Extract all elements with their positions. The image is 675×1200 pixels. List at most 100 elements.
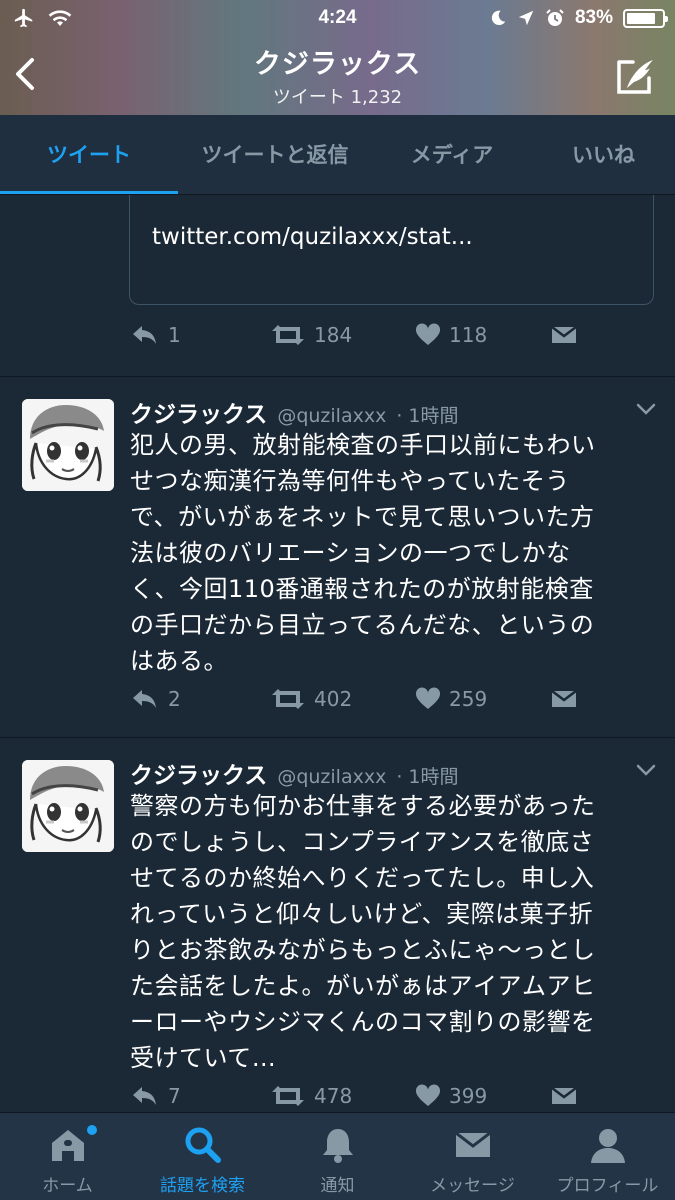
reply-icon	[133, 690, 156, 708]
avatar-illustration	[22, 399, 114, 491]
reply-button[interactable]: 7	[130, 1084, 181, 1108]
tweet-text-line: のでしょうし、コンプライアンスを徹底さ	[130, 828, 595, 856]
alarm-icon	[546, 9, 564, 26]
chevron-down-icon[interactable]	[635, 401, 657, 417]
avatar[interactable]	[22, 399, 114, 491]
reply-icon	[133, 326, 156, 344]
battery-icon	[623, 8, 668, 28]
heart-icon	[415, 687, 441, 709]
direct-message-button[interactable]	[550, 1084, 578, 1108]
tweet-actions: 7 478 399	[130, 1084, 590, 1112]
avatar-illustration	[22, 760, 114, 852]
direct-message-button[interactable]	[550, 687, 578, 711]
profile-tabs: ツイート ツイートと返信 メディア いいね	[0, 115, 675, 195]
nav-messages[interactable]: メッセージ	[405, 1113, 540, 1200]
active-tab-indicator	[0, 191, 178, 194]
retweet-button[interactable]: 402	[270, 687, 352, 711]
quoted-tweet-card[interactable]: twitter.com/quzilaxxx/stat...	[129, 195, 654, 305]
like-count: 399	[449, 1084, 488, 1108]
tweet-text: 犯人の男、放射能検査の手口以前にもわい せつな痴漢行為等何件もやっていたそう で…	[130, 427, 650, 679]
tweet-text-line: ーローやウシジマくんのコマ割りの影響を	[130, 1008, 596, 1036]
tweet-text-line: りとお茶飲みながらもっとふにゃ～っとし	[130, 936, 596, 964]
avatar[interactable]	[22, 760, 114, 852]
tweet[interactable]: クジラックス @quzilaxxx · 1時間 犯人の男、放射能検査の手口以前に…	[0, 377, 675, 737]
envelope-icon	[454, 1131, 491, 1157]
tweet-text-line: れっていうと仰々しいけど、実際は菓子折	[130, 900, 594, 928]
nav-label: 通知	[320, 1176, 355, 1196]
tab-likes[interactable]: いいね	[532, 115, 675, 193]
tweet-text: 警察の方も何かお仕事をする必要があった のでしょうし、コンプライアンスを徹底さ …	[130, 788, 650, 1076]
tweet-text-line: く、今回110番通報されたのが放射能検査	[130, 575, 594, 603]
nav-label: 話題を検索	[160, 1176, 245, 1196]
retweet-button[interactable]: 184	[270, 323, 352, 347]
retweet-count: 184	[314, 323, 353, 347]
author-name[interactable]: クジラックス	[130, 395, 267, 429]
author-name[interactable]: クジラックス	[130, 756, 267, 790]
reply-button[interactable]: 2	[130, 687, 181, 711]
tab-tweets-and-replies[interactable]: ツイートと返信	[178, 115, 372, 193]
tweet-text-line: はある。	[130, 647, 228, 675]
author-handle[interactable]: @quzilaxxx	[277, 766, 386, 788]
nav-label: メッセージ	[430, 1176, 515, 1196]
tweet-actions: 2 402 259	[130, 687, 590, 727]
heart-icon	[415, 1084, 441, 1106]
retweet-icon	[272, 1086, 304, 1106]
chevron-down-icon[interactable]	[635, 762, 657, 778]
tweet-text-line: せつな痴漢行為等何件もやっていたそう	[130, 467, 570, 495]
envelope-icon	[551, 1087, 577, 1104]
tweet-time: · 1時間	[396, 405, 459, 427]
tweet-count: ツイート 1,232	[272, 87, 403, 108]
retweet-icon	[272, 325, 304, 345]
like-count: 118	[449, 323, 488, 347]
battery-percent: 83%	[574, 7, 613, 28]
nav-profile[interactable]: プロフィール	[540, 1113, 675, 1200]
nav-search[interactable]: 話題を検索	[135, 1113, 270, 1200]
tweet-header: クジラックス @quzilaxxx · 1時間	[130, 395, 459, 428]
reply-count: 7	[168, 1084, 181, 1108]
retweet-icon	[272, 689, 304, 709]
tweet-actions: 1 184 118	[130, 323, 590, 363]
author-handle[interactable]: @quzilaxxx	[277, 405, 386, 427]
tweet[interactable]: クジラックス @quzilaxxx · 1時間 警察の方も何かお仕事をする必要が…	[0, 738, 675, 1112]
nav-notifications[interactable]: 通知	[270, 1113, 405, 1200]
envelope-icon	[551, 690, 577, 707]
retweet-button[interactable]: 478	[270, 1084, 352, 1108]
direct-message-button[interactable]	[550, 323, 578, 347]
retweet-count: 478	[314, 1084, 353, 1108]
quoted-tweet-link[interactable]: twitter.com/quzilaxxx/stat...	[152, 224, 473, 250]
tweet-text-line: 犯人の男、放射能検査の手口以前にもわい	[130, 431, 596, 459]
tab-tweets[interactable]: ツイート	[0, 115, 178, 193]
retweet-count: 402	[314, 687, 353, 711]
moon-icon	[491, 10, 506, 26]
like-button[interactable]: 399	[415, 1084, 487, 1108]
tweet-text-line: の手口だから目立ってるんだな、というの	[130, 611, 595, 639]
like-button[interactable]: 118	[415, 323, 487, 347]
notification-dot	[87, 1125, 97, 1135]
tweet-text-line: 警察の方も何かお仕事をする必要があった	[130, 792, 596, 820]
tab-media[interactable]: メディア	[372, 115, 532, 193]
profile-name: クジラックス	[253, 49, 422, 80]
location-arrow-icon	[518, 10, 534, 26]
profile-header: 4:24 83% クジラックス ツイート 1,232	[0, 0, 675, 115]
nav-label: ホーム	[42, 1176, 93, 1196]
tweet-text-line: せてるのか終始へりくだってたし。申し入	[130, 864, 595, 892]
like-button[interactable]: 259	[415, 687, 487, 711]
nav-home[interactable]: ホーム	[0, 1113, 135, 1200]
tweet-text-line: た会話をしたよ。がいがぁはアイアムアヒ	[130, 972, 596, 1000]
reply-icon	[133, 1087, 156, 1105]
tweet-text-line: 受けていて…	[130, 1044, 277, 1072]
tweet-time: · 1時間	[396, 766, 459, 788]
person-icon	[590, 1129, 625, 1163]
reply-count: 2	[168, 687, 181, 711]
compose-icon	[617, 60, 653, 94]
bottom-tab-bar: ホーム 話題を検索 通知 メッセージ プロフィール	[0, 1112, 675, 1200]
search-icon	[185, 1127, 221, 1163]
heart-icon	[415, 323, 441, 345]
reply-button[interactable]: 1	[130, 323, 181, 347]
compose-tweet-button[interactable]	[615, 54, 659, 98]
tweet-feed[interactable]: twitter.com/quzilaxxx/stat... 1 184 118	[0, 195, 675, 1112]
tweet-text-line: 法は彼のバリエーションの一つでしかな	[130, 539, 571, 567]
like-count: 259	[449, 687, 488, 711]
envelope-icon	[551, 326, 577, 343]
quoted-text-clipped	[152, 195, 158, 204]
